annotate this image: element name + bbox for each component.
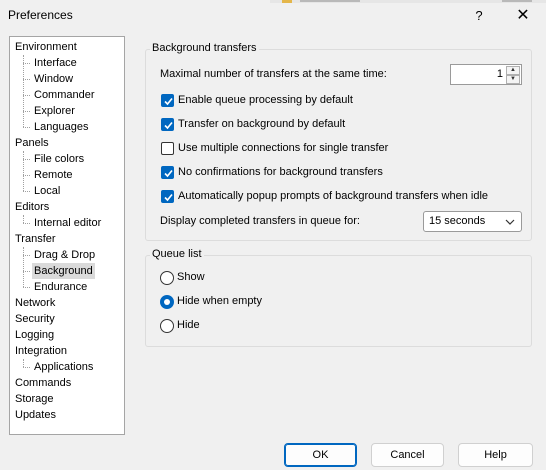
tree-item-local[interactable]: Local — [32, 183, 62, 199]
tree-item-network[interactable]: Network — [13, 295, 57, 311]
tree-guide-branch — [23, 367, 30, 368]
display-completed-label: Display completed transfers in queue for… — [160, 215, 360, 227]
tree-guide-branch — [23, 223, 30, 224]
radio-selected-icon[interactable] — [160, 295, 174, 309]
chevron-down-icon — [505, 219, 515, 225]
tree-item-integration[interactable]: Integration — [13, 343, 69, 359]
display-completed-value: 15 seconds — [429, 215, 486, 227]
tree-guide-branch — [23, 127, 30, 128]
tree-guide-line — [23, 359, 24, 367]
tree-guide-branch — [23, 175, 30, 176]
tree-guide-branch — [23, 63, 30, 64]
tree-guide-line — [23, 215, 24, 223]
tree-item-file-colors[interactable]: File colors — [32, 151, 86, 167]
tree-item-logging[interactable]: Logging — [13, 327, 56, 343]
tree-guide-branch — [23, 191, 30, 192]
cancel-button[interactable]: Cancel — [371, 443, 444, 467]
checkbox-unchecked-icon[interactable] — [161, 142, 174, 155]
tree-item-panels[interactable]: Panels — [13, 135, 51, 151]
tree-item-explorer[interactable]: Explorer — [32, 103, 77, 119]
checkbox-label: Use multiple connections for single tran… — [178, 142, 389, 154]
preferences-tree[interactable]: Environment Interface Window Commander Explo… — [9, 36, 125, 435]
tree-item-applications[interactable]: Applications — [32, 359, 95, 375]
tree-item-environment[interactable]: Environment — [13, 39, 79, 55]
background-transfers-caption: Background transfers — [150, 42, 259, 54]
radio-unselected-icon[interactable] — [160, 271, 174, 285]
spin-down-icon[interactable]: ▼ — [506, 75, 520, 84]
tree-item-remote[interactable]: Remote — [32, 167, 75, 183]
max-transfers-spinner[interactable]: 1 ▲ ▼ — [450, 64, 522, 85]
tree-item-transfer[interactable]: Transfer — [13, 231, 58, 247]
max-transfers-value[interactable]: 1 — [497, 68, 503, 80]
tree-guide-branch — [23, 79, 30, 80]
tree-guide-branch — [23, 287, 30, 288]
tree-item-editors[interactable]: Editors — [13, 199, 51, 215]
tree-guide-branch — [23, 111, 30, 112]
help-icon[interactable]: ? — [466, 4, 492, 28]
tree-guide-branch — [23, 271, 30, 272]
checkbox-label: Automatically popup prompts of backgroun… — [178, 190, 489, 202]
ok-button[interactable]: OK — [284, 443, 357, 467]
tree-item-internal-editor[interactable]: Internal editor — [32, 215, 103, 231]
radio-label: Hide when empty — [177, 295, 262, 307]
tree-item-commands[interactable]: Commands — [13, 375, 73, 391]
tree-guide-branch — [23, 255, 30, 256]
checkbox-checked-icon[interactable] — [161, 190, 174, 203]
tree-guide-branch — [23, 95, 30, 96]
background-window-strip — [270, 0, 546, 3]
tree-item-updates[interactable]: Updates — [13, 407, 58, 423]
checkbox-label: Enable queue processing by default — [178, 94, 353, 106]
tree-item-background[interactable]: Background — [32, 263, 95, 279]
checkbox-checked-icon[interactable] — [161, 166, 174, 179]
queue-list-caption: Queue list — [150, 248, 204, 260]
tree-item-interface[interactable]: Interface — [32, 55, 79, 71]
spin-up-icon[interactable]: ▲ — [506, 66, 520, 75]
display-completed-dropdown[interactable]: 15 seconds — [423, 211, 522, 232]
checkbox-checked-icon[interactable] — [161, 94, 174, 107]
max-transfers-label: Maximal number of transfers at the same … — [160, 68, 387, 80]
tree-item-security[interactable]: Security — [13, 311, 57, 327]
tree-item-window[interactable]: Window — [32, 71, 75, 87]
close-icon[interactable]: ✕ — [508, 4, 538, 28]
tree-guide-line — [23, 247, 24, 287]
tree-guide-branch — [23, 159, 30, 160]
tree-guide-line — [23, 151, 24, 191]
tree-item-commander[interactable]: Commander — [32, 87, 97, 103]
title-bar — [0, 0, 546, 32]
radio-label: Show — [177, 271, 205, 283]
tree-guide-line — [23, 55, 24, 127]
tree-item-drag-drop[interactable]: Drag & Drop — [32, 247, 97, 263]
tree-item-storage[interactable]: Storage — [13, 391, 56, 407]
tree-item-endurance[interactable]: Endurance — [32, 279, 89, 295]
checkbox-label: Transfer on background by default — [178, 118, 346, 130]
tree-item-languages[interactable]: Languages — [32, 119, 90, 135]
checkbox-label: No confirmations for background transfer… — [178, 166, 383, 178]
window-title: Preferences — [8, 8, 73, 22]
radio-unselected-icon[interactable] — [160, 319, 174, 333]
checkbox-checked-icon[interactable] — [161, 118, 174, 131]
radio-label: Hide — [177, 319, 200, 331]
help-button[interactable]: Help — [458, 443, 533, 467]
